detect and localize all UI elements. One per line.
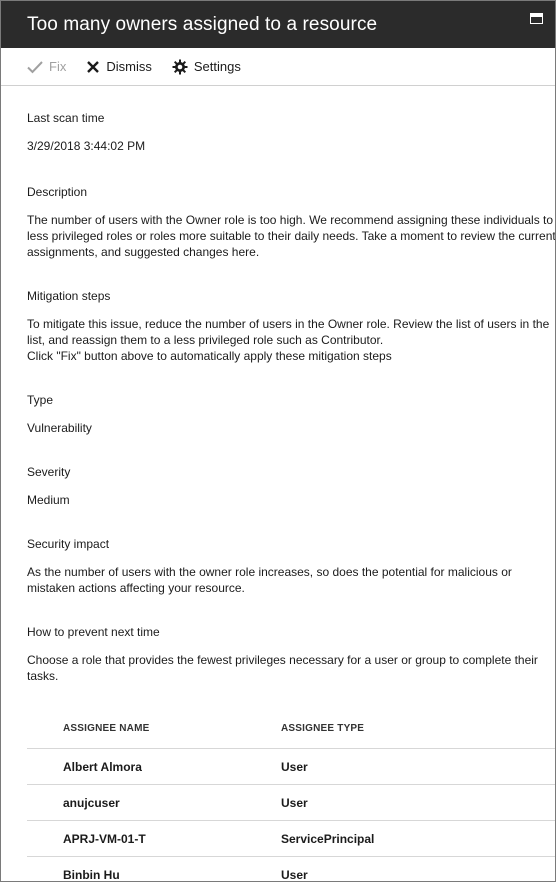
dismiss-button[interactable]: Dismiss: [86, 59, 152, 74]
assignee-name-cell: anujcuser: [63, 795, 120, 810]
blade-content: Last scan time 3/29/2018 3:44:02 PM Desc…: [1, 110, 556, 882]
mitigation-label: Mitigation steps: [27, 289, 111, 303]
prevent-label: How to prevent next time: [27, 625, 160, 639]
checkmark-icon: [27, 60, 43, 73]
close-icon: [87, 60, 100, 73]
column-header-assignee-type[interactable]: ASSIGNEE TYPE: [281, 721, 555, 737]
blade-panel: Too many owners assigned to a resource F…: [0, 0, 556, 882]
assignee-name-cell: Binbin Hu: [63, 867, 120, 882]
security-impact-text: As the number of users with the owner ro…: [27, 565, 512, 595]
description-label: Description: [27, 185, 88, 199]
settings-label: Settings: [193, 59, 241, 74]
dismiss-label: Dismiss: [106, 59, 152, 74]
fix-label: Fix: [49, 59, 67, 74]
table-row[interactable]: Albert Almora User: [27, 749, 555, 785]
fix-button[interactable]: Fix: [27, 59, 66, 74]
assignee-type-cell: User: [281, 867, 308, 882]
severity-label: Severity: [27, 465, 71, 479]
mitigation-text: To mitigate this issue, reduce the numbe…: [27, 317, 550, 363]
last-scan-value: 3/29/2018 3:44:02 PM: [27, 139, 146, 153]
table-row[interactable]: APRJ-VM-01-T ServicePrincipal: [27, 821, 555, 857]
blade-title: Too many owners assigned to a resource: [27, 13, 378, 35]
command-bar: Fix Dismiss Settings: [1, 48, 555, 86]
assignee-type-cell: ServicePrincipal: [281, 831, 375, 846]
type-label: Type: [27, 393, 54, 407]
type-value: Vulnerability: [27, 421, 92, 435]
security-impact-label: Security impact: [27, 537, 110, 551]
table-header-row: ASSIGNEE NAME ASSIGNEE TYPE: [27, 710, 555, 749]
table-row[interactable]: anujcuser User: [27, 785, 555, 821]
settings-button[interactable]: Settings: [172, 59, 241, 75]
assignee-type-cell: User: [281, 759, 308, 774]
gear-icon: [172, 59, 188, 74]
last-scan-label: Last scan time: [27, 111, 105, 125]
table-row[interactable]: Binbin Hu User: [27, 857, 555, 882]
blade-header: Too many owners assigned to a resource: [1, 1, 555, 48]
severity-value: Medium: [27, 493, 70, 507]
column-header-assignee-name[interactable]: ASSIGNEE NAME: [27, 721, 281, 737]
description-text: The number of users with the Owner role …: [27, 213, 556, 259]
assignee-type-cell: User: [281, 795, 308, 810]
maximize-icon[interactable]: [530, 13, 543, 24]
prevent-text: Choose a role that provides the fewest p…: [27, 653, 538, 683]
assignee-table: ASSIGNEE NAME ASSIGNEE TYPE Albert Almor…: [27, 710, 555, 882]
assignee-name-cell: APRJ-VM-01-T: [63, 831, 146, 846]
assignee-name-cell: Albert Almora: [63, 759, 142, 774]
